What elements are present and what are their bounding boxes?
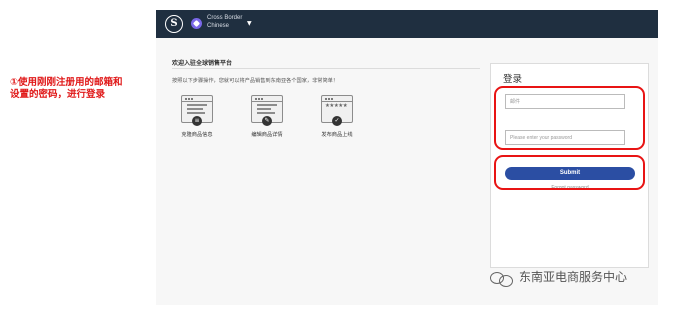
- highlight-submit: [494, 155, 645, 190]
- divider: [172, 68, 480, 69]
- step-label: 克隆商品信息: [181, 132, 213, 138]
- site-name-line1: Cross Border: [207, 15, 243, 21]
- step-edit-details: ✎ 编辑商品详情: [237, 95, 297, 138]
- watermark-text: 东南亚电商服务中心: [519, 270, 628, 284]
- step-label: 发布商品上线: [321, 132, 353, 138]
- login-title: 登录: [503, 74, 523, 85]
- clone-window-icon: ≡: [181, 95, 213, 126]
- site-selector-icon[interactable]: [191, 18, 202, 29]
- top-navigation-bar: S Cross Border Chinese ▼: [156, 10, 658, 38]
- instruction-annotation: ①使用刚刚注册用的邮箱和设置的密码，进行登录: [10, 77, 123, 100]
- site-selector[interactable]: Cross Border Chinese: [207, 14, 242, 30]
- site-name-line2: Chinese: [207, 23, 230, 29]
- brand-logo-icon[interactable]: S: [165, 15, 183, 33]
- step-label: 编辑商品详情: [251, 132, 283, 138]
- clone-badge-icon: ≡: [192, 116, 202, 126]
- step-clone-products: ≡ 克隆商品信息: [167, 95, 227, 138]
- welcome-title: 欢迎入驻全球销售平台: [172, 60, 233, 67]
- check-icon: ✓: [332, 116, 342, 126]
- wechat-icon: [489, 269, 515, 287]
- watermark: 东南亚电商服务中心: [489, 268, 627, 287]
- intro-text: 按照以下步骤操作，您就可以将产品销售到东南亚各个国家，非常简单！: [172, 78, 339, 84]
- edit-window-icon: ✎: [251, 95, 283, 126]
- chevron-down-icon[interactable]: ▼: [247, 20, 252, 27]
- stars-icon: ★★★★★: [325, 103, 348, 109]
- publish-window-icon: ★★★★★ ✓: [321, 95, 353, 126]
- edit-pencil-icon: ✎: [262, 116, 272, 126]
- step-publish-products: ★★★★★ ✓ 发布商品上线: [307, 95, 367, 138]
- highlight-credentials: [494, 86, 645, 150]
